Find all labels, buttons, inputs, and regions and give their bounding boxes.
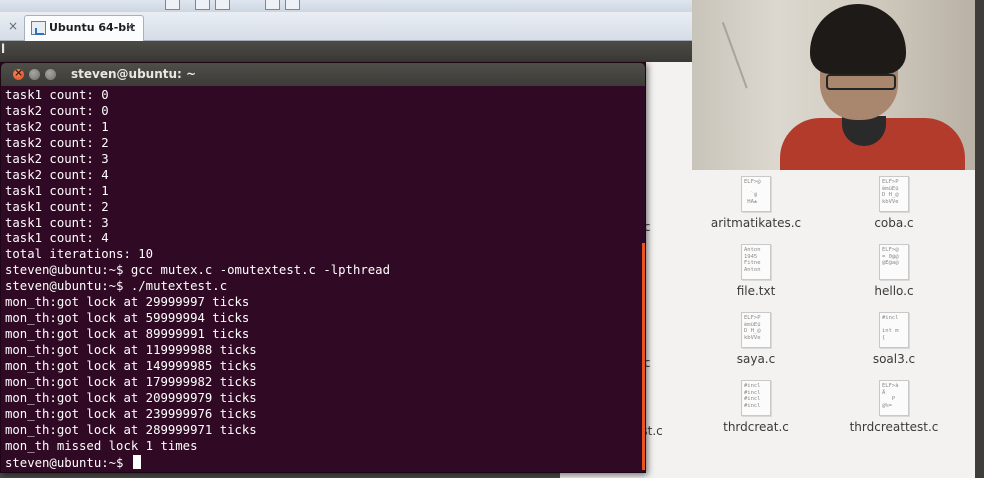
- text-file-icon: ELF>à Ä P @%=: [879, 380, 909, 416]
- tab-ubuntu-64-bit[interactable]: Ubuntu 64-bit ×: [24, 15, 144, 41]
- tab-close-icon[interactable]: ×: [125, 20, 135, 34]
- text-file-icon: ELF>@ `@ HA±: [741, 176, 771, 212]
- terminal-line: total iterations: 10: [5, 247, 154, 262]
- terminal-line: task2 count: 0: [5, 103, 109, 118]
- terminal-line: steven@ubuntu:~$ gcc mutex.c -omutextest…: [5, 263, 390, 278]
- toolbar-icon[interactable]: [265, 0, 280, 10]
- file-name: hello.c: [874, 284, 914, 298]
- terminal-output[interactable]: task1 count: 0 task2 count: 0 task2 coun…: [5, 88, 639, 471]
- terminal-line: task1 count: 1: [5, 183, 109, 198]
- file-icon-item[interactable]: ELF>P èmüEü D H_@ kbVVe coba.c: [834, 176, 954, 230]
- close-window-button[interactable]: [13, 66, 24, 80]
- terminal-line: task2 count: 4: [5, 167, 109, 182]
- file-icon-item[interactable]: #incl int m { soal3.c: [834, 312, 954, 366]
- terminal-line: mon_th:got lock at 239999976 ticks: [5, 406, 257, 421]
- file-name: file.txt: [736, 284, 776, 298]
- file-icon-item[interactable]: ELF>@ = 0@@ @E@a@ hello.c: [834, 244, 954, 298]
- maximize-window-button[interactable]: [45, 69, 56, 80]
- terminal-line: mon_th missed lock 1 times: [5, 438, 198, 453]
- terminal-line: mon_th:got lock at 29999997 ticks: [5, 295, 250, 310]
- text-file-icon: ELF>P èmüEü D H_@ kbVVe: [741, 312, 771, 348]
- text-file-icon: Anton 1945 Fitne Anton: [741, 244, 771, 280]
- text-file-icon: ELF>@ = 0@@ @E@a@: [879, 244, 909, 280]
- text-cursor: [132, 454, 141, 469]
- file-icon-item[interactable]: ELF>P èmüEü D H_@ kbVVe saya.c: [696, 312, 816, 366]
- text-file-icon: #incl int m {: [879, 312, 909, 348]
- terminal-title: steven@ubuntu: ~: [71, 67, 197, 81]
- terminal-line: steven@ubuntu:~$ ./mutextest.c: [5, 279, 228, 294]
- toolbar-icon[interactable]: [285, 0, 300, 10]
- vm-icon: [31, 21, 46, 35]
- terminal-line: task2 count: 2: [5, 135, 109, 150]
- file-name: coba.c: [874, 216, 914, 230]
- file-name: thrdcreattest.c: [849, 420, 939, 434]
- terminal-line: task1 count: 0: [5, 88, 109, 102]
- webcam-person-glasses: [826, 74, 896, 90]
- terminal-line: mon_th:got lock at 59999994 ticks: [5, 311, 250, 326]
- toolbar-icon[interactable]: [195, 0, 210, 10]
- close-icon[interactable]: ×: [8, 19, 18, 33]
- text-file-icon: ELF>P èmüEü D H_@ kbVVe: [879, 176, 909, 212]
- file-icon-item[interactable]: #incl #incl #incl #incl thrdcreat.c: [696, 380, 816, 434]
- toolbar-icon[interactable]: [215, 0, 230, 10]
- terminal-line: mon_th:got lock at 149999985 ticks: [5, 358, 257, 373]
- terminal-line: mon_th:got lock at 289999971 ticks: [5, 422, 257, 437]
- toolbar-icon[interactable]: [165, 0, 180, 10]
- file-icon-item[interactable]: ELF>@ `@ HA± aritmatikates.c: [696, 176, 816, 230]
- terminal-line: task2 count: 1: [5, 119, 109, 134]
- file-name: thrdcreat.c: [723, 420, 789, 434]
- file-icon-item[interactable]: Anton 1945 Fitne Anton file.txt: [696, 244, 816, 298]
- file-name: saya.c: [736, 352, 776, 366]
- terminal-line: mon_th:got lock at 209999979 ticks: [5, 390, 257, 405]
- file-name: aritmatikates.c: [710, 216, 802, 230]
- minimize-window-button[interactable]: [29, 69, 40, 80]
- terminal-line: task1 count: 3: [5, 215, 109, 230]
- panel-text: l: [1, 42, 6, 56]
- terminal-window[interactable]: steven@ubuntu: ~ task1 count: 0 task2 co…: [0, 62, 646, 473]
- terminal-line: mon_th:got lock at 119999988 ticks: [5, 343, 257, 357]
- file-icon-item[interactable]: ELF>à Ä P @%= thrdcreattest.c: [834, 380, 954, 434]
- text-file-icon: #incl #incl #incl #incl: [741, 380, 771, 416]
- terminal-line: task1 count: 2: [5, 199, 109, 214]
- terminal-titlebar[interactable]: steven@ubuntu: ~: [1, 63, 645, 86]
- window-edge: [975, 0, 984, 478]
- terminal-scrollbar[interactable]: [642, 243, 645, 470]
- webcam-overlay: [692, 0, 975, 170]
- terminal-line: task2 count: 3: [5, 151, 109, 166]
- file-name: soal3.c: [872, 352, 916, 366]
- terminal-line: task1 count: 4: [5, 231, 109, 246]
- terminal-prompt: steven@ubuntu:~$: [5, 455, 131, 470]
- terminal-prompt-line[interactable]: steven@ubuntu:~$: [5, 454, 639, 471]
- terminal-line: mon_th:got lock at 179999982 ticks: [5, 374, 257, 389]
- terminal-line: mon_th:got lock at 89999991 ticks: [5, 327, 250, 342]
- tab-label: Ubuntu 64-bit: [49, 21, 136, 34]
